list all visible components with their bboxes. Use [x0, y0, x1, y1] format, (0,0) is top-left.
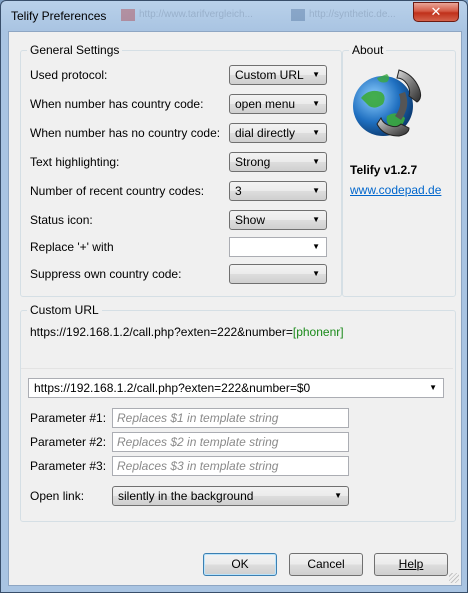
divider: [21, 368, 453, 369]
used-protocol-label: Used protocol:: [30, 68, 108, 82]
chevron-down-icon: ▼: [312, 269, 320, 278]
phonenr-token: [phonenr]: [292, 325, 344, 339]
custom-url-legend: Custom URL: [27, 303, 102, 317]
open-link-select[interactable]: silently in the background ▼: [112, 486, 349, 506]
country-code-select[interactable]: open menu ▼: [229, 94, 327, 114]
chevron-down-icon: ▼: [312, 70, 320, 79]
help-button[interactable]: Help: [374, 553, 448, 576]
page-icon: [291, 8, 305, 21]
status-icon-label: Status icon:: [30, 213, 93, 227]
no-country-code-label: When number has no country code:: [30, 126, 221, 140]
website-link[interactable]: www.codepad.de: [350, 183, 441, 197]
chevron-down-icon: ▼: [312, 215, 320, 224]
country-code-label: When number has country code:: [30, 97, 204, 111]
recent-country-codes-label: Number of recent country codes:: [30, 184, 205, 198]
version-label: Telify v1.2.7: [350, 163, 418, 177]
parameter-1-input[interactable]: Replaces $1 in template string: [112, 408, 349, 428]
open-link-label: Open link:: [30, 489, 85, 503]
general-settings-group: General Settings: [20, 43, 342, 297]
parameter-2-label: Parameter #2:: [30, 435, 107, 449]
background-tab-2: http://synthetic.de...: [291, 7, 396, 23]
parameter-2-input[interactable]: Replaces $2 in template string: [112, 432, 349, 452]
text-highlighting-label: Text highlighting:: [30, 155, 120, 169]
telify-logo-icon: [353, 69, 422, 137]
dialog-client: General Settings Used protocol: Custom U…: [8, 31, 462, 586]
used-protocol-select[interactable]: Custom URL ▼: [229, 65, 327, 85]
general-settings-legend: General Settings: [27, 43, 123, 57]
preferences-window: Telify Preferences http://www.tarifvergl…: [0, 0, 468, 593]
about-legend: About: [349, 43, 387, 57]
parameter-3-label: Parameter #3:: [30, 459, 107, 473]
replace-plus-input[interactable]: ▼: [229, 237, 327, 257]
status-icon-select[interactable]: Show ▼: [229, 210, 327, 230]
no-country-code-select[interactable]: dial directly ▼: [229, 123, 327, 143]
chevron-down-icon: ▼: [334, 491, 342, 500]
chevron-down-icon: ▼: [312, 186, 320, 195]
recent-country-codes-select[interactable]: 3 ▼: [229, 181, 327, 201]
chevron-down-icon: ▼: [429, 383, 437, 392]
text-highlighting-select[interactable]: Strong ▼: [229, 152, 327, 172]
close-button[interactable]: ✕: [413, 2, 459, 22]
chevron-down-icon: ▼: [312, 242, 320, 251]
chevron-down-icon: ▼: [312, 157, 320, 166]
title-bar[interactable]: Telify Preferences http://www.tarifvergl…: [1, 1, 467, 31]
ok-button[interactable]: OK: [203, 553, 277, 576]
resize-grip-icon[interactable]: [449, 573, 459, 583]
suppress-country-code-label: Suppress own country code:: [30, 267, 182, 281]
replace-plus-label: Replace '+' with: [30, 240, 114, 254]
cancel-button[interactable]: Cancel: [289, 553, 363, 576]
parameter-1-label: Parameter #1:: [30, 411, 107, 425]
url-preview: https://192.168.1.2/call.php?exten=222&n…: [30, 325, 344, 339]
chevron-down-icon: ▼: [312, 128, 320, 137]
url-template-input[interactable]: https://192.168.1.2/call.php?exten=222&n…: [28, 378, 444, 398]
suppress-country-code-select[interactable]: ▼: [229, 264, 327, 284]
window-title: Telify Preferences: [11, 9, 107, 23]
chevron-down-icon: ▼: [312, 99, 320, 108]
parameter-3-input[interactable]: Replaces $3 in template string: [112, 456, 349, 476]
page-icon: [121, 8, 135, 21]
background-tab-1: http://www.tarifvergleich...: [121, 7, 253, 23]
